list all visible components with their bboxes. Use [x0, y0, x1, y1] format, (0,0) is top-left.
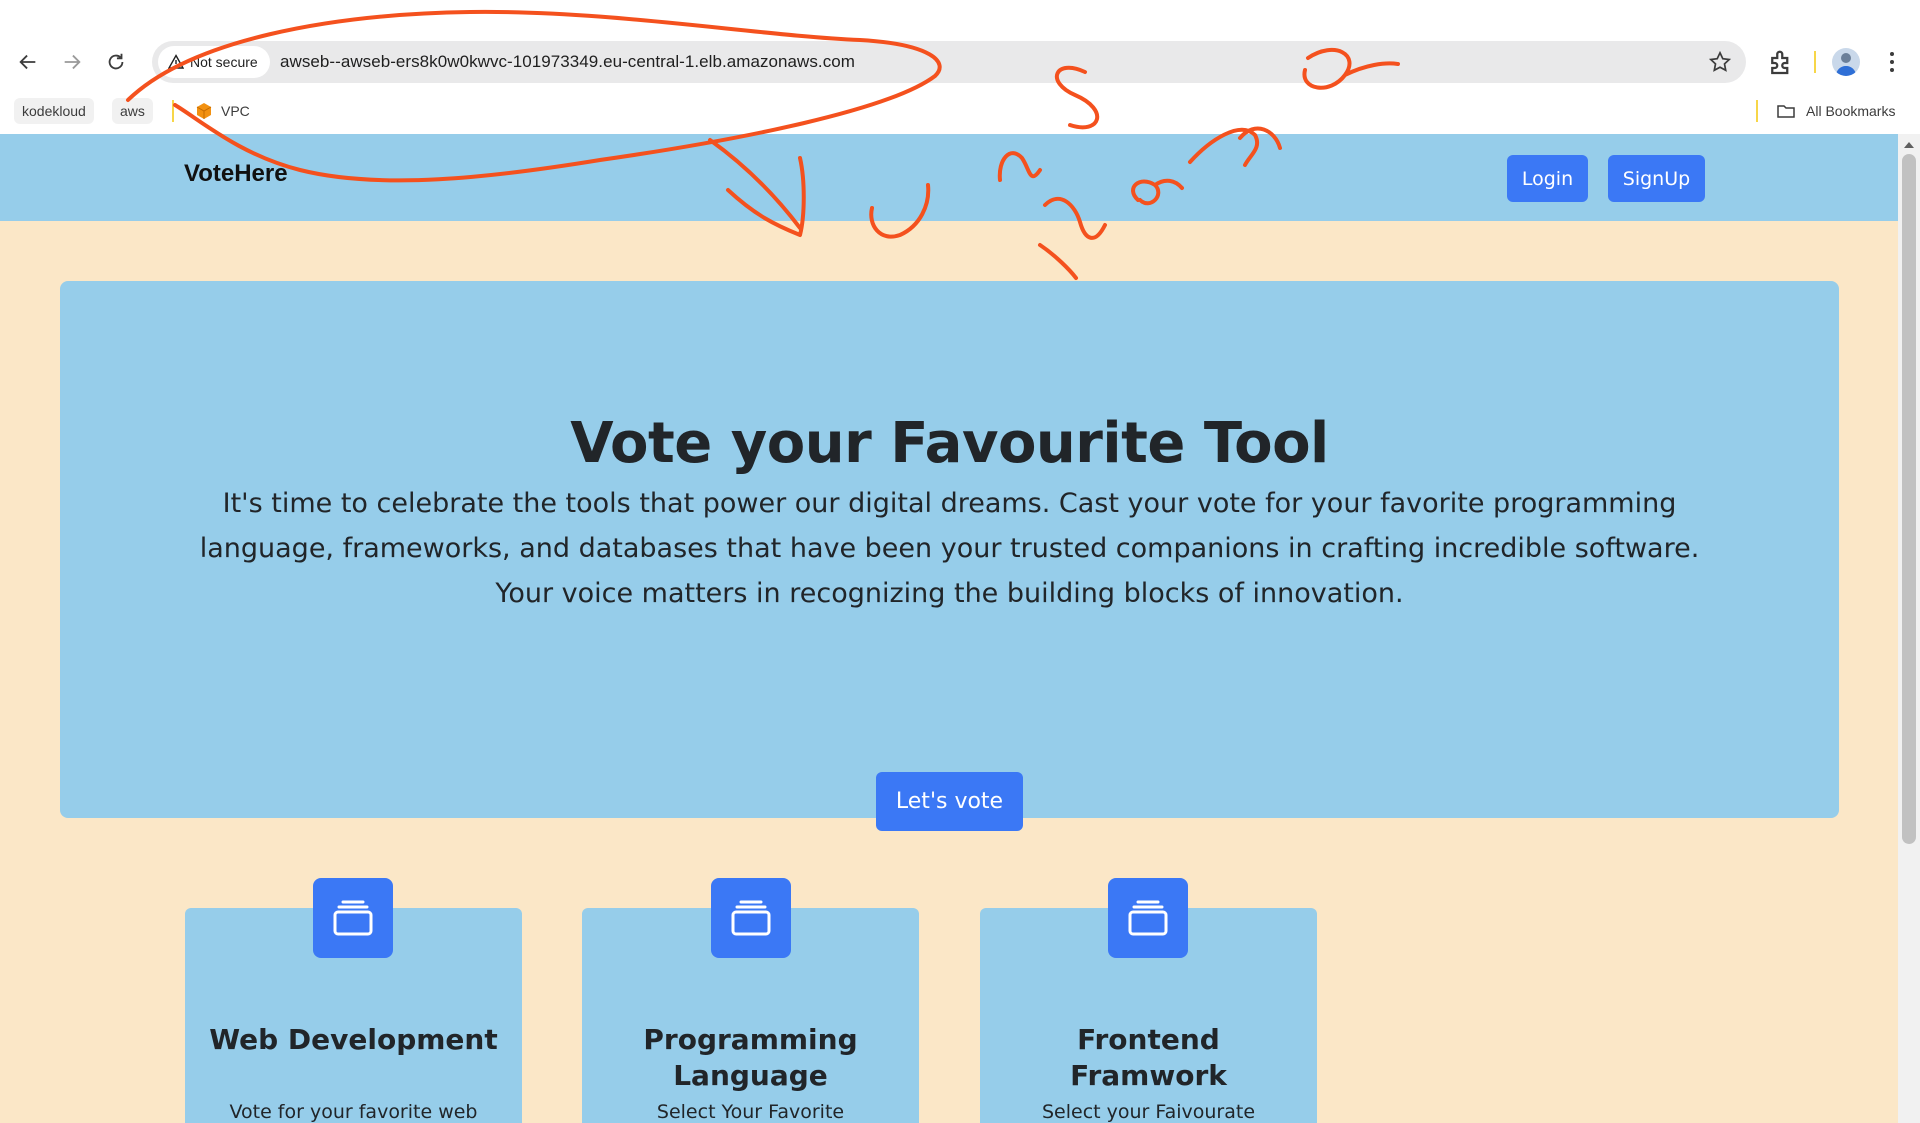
- profile-avatar[interactable]: [1832, 48, 1860, 76]
- browser-chrome: Not secure awseb--awseb-ers8k0w0kwvc-101…: [0, 0, 1920, 134]
- hero-panel: Vote your Favourite Tool It's time to ce…: [60, 281, 1839, 831]
- bookmark-aws[interactable]: aws: [112, 98, 153, 124]
- scroll-thumb[interactable]: [1902, 154, 1916, 844]
- person-icon: [1836, 53, 1856, 76]
- bookmark-kodekloud[interactable]: kodekloud: [14, 98, 94, 124]
- arrow-left-icon: [19, 54, 36, 70]
- forward-button[interactable]: [54, 44, 90, 80]
- site-brand[interactable]: VoteHere: [184, 160, 288, 188]
- collection-icon: [1108, 878, 1188, 958]
- browser-menu-button[interactable]: [1882, 48, 1902, 76]
- collection-icon: [313, 878, 393, 958]
- arrow-right-icon: [64, 54, 81, 70]
- bookmark-separator-right: [1756, 100, 1758, 122]
- bookmark-star-icon[interactable]: [1708, 50, 1732, 74]
- all-bookmarks-link[interactable]: All Bookmarks: [1806, 98, 1895, 124]
- hero-title: Vote your Favourite Tool: [570, 411, 1329, 476]
- toolbar-separator: [1814, 51, 1816, 73]
- card-description: Vote for your favorite web Devlopment: [229, 1101, 478, 1123]
- collection-icon: [711, 878, 791, 958]
- page-viewport: VoteHere Login SignUp Vote your Favourit…: [0, 134, 1898, 1123]
- security-label: Not secure: [190, 54, 258, 70]
- reload-button[interactable]: [98, 44, 134, 80]
- page-scrollbar[interactable]: [1898, 134, 1920, 1123]
- reload-icon: [108, 53, 124, 70]
- scroll-up-arrow-icon[interactable]: [1904, 142, 1914, 148]
- warning-triangle-icon: [168, 54, 184, 69]
- signup-button[interactable]: SignUp: [1608, 155, 1705, 202]
- login-button[interactable]: Login: [1507, 155, 1588, 202]
- bookmark-vpc[interactable]: VPC: [221, 98, 250, 124]
- bookmark-separator: [172, 100, 174, 122]
- aws-cube-icon: [196, 103, 212, 119]
- site-navbar: VoteHere Login SignUp: [0, 134, 1898, 221]
- card-title: Web Development: [209, 1023, 498, 1056]
- card-title: Frontend Framwork: [1070, 1023, 1227, 1092]
- extensions-icon[interactable]: [1766, 48, 1796, 78]
- hero-description: It's time to celebrate the tools that po…: [199, 488, 1700, 609]
- card-description: Select your Faivourate frontend framewor…: [1041, 1101, 1256, 1123]
- card-title: Programming Language: [643, 1023, 858, 1092]
- bookmarks-bar: kodekloud aws VPC All Bookmarks: [0, 94, 1920, 128]
- security-indicator[interactable]: Not secure: [158, 46, 270, 78]
- card-description: Select Your Favorite programming languag…: [656, 1101, 845, 1123]
- url-text[interactable]: awseb--awseb-ers8k0w0kwvc-101973349.eu-c…: [280, 41, 855, 83]
- address-bar[interactable]: Not secure awseb--awseb-ers8k0w0kwvc-101…: [152, 41, 1746, 83]
- lets-vote-button[interactable]: Let's vote: [876, 772, 1023, 831]
- folder-icon: [1777, 105, 1795, 118]
- back-button[interactable]: [10, 44, 46, 80]
